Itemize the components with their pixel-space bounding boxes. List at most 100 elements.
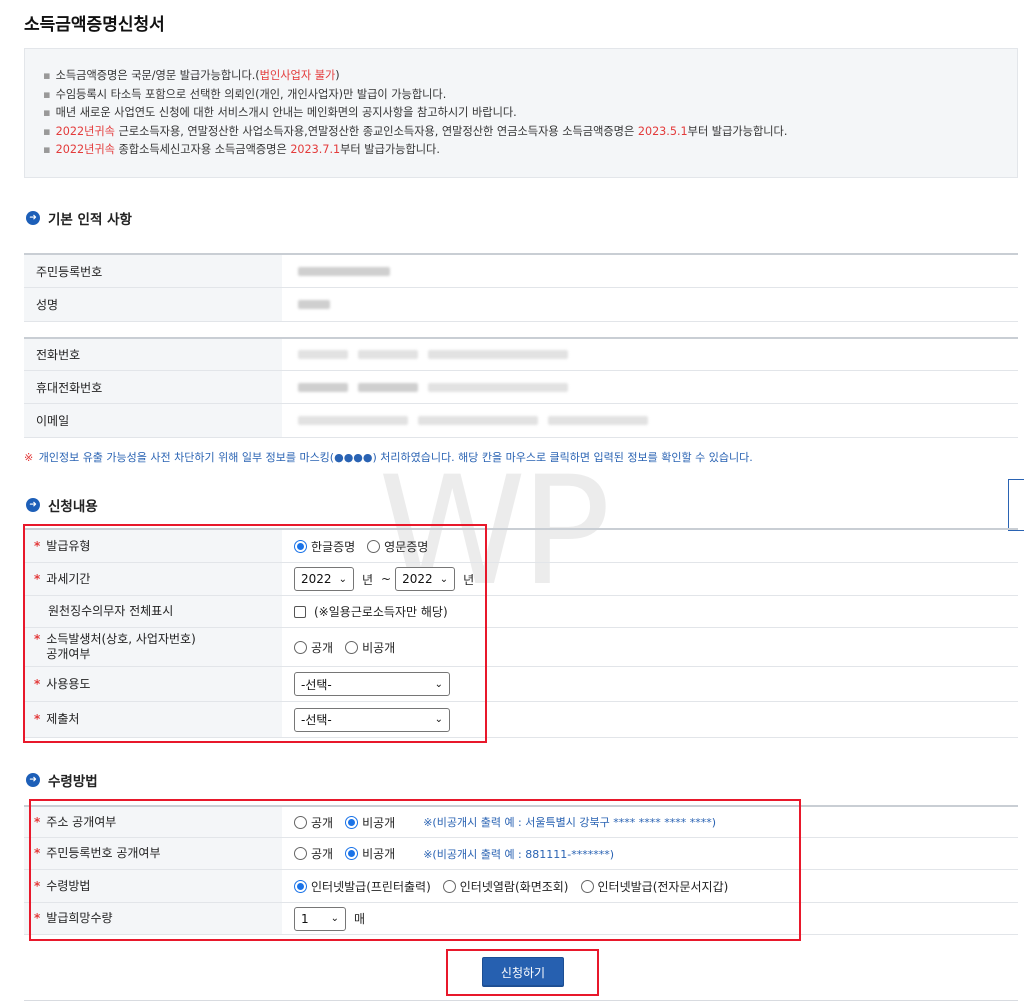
radio-english[interactable]: 영문증명 bbox=[367, 538, 428, 555]
radio-button[interactable] bbox=[345, 640, 359, 654]
masked-text bbox=[298, 382, 348, 392]
form-label: * 제출처 bbox=[24, 702, 282, 737]
form-label: 원천징수의무자 전체표시 bbox=[24, 596, 282, 627]
to-year-select[interactable]: 2022 ⌄ bbox=[395, 567, 456, 591]
radio-button[interactable] bbox=[442, 879, 456, 893]
radio-method-view[interactable]: 인터넷열람(화면조회) bbox=[442, 878, 569, 895]
required-mark: * bbox=[34, 538, 41, 553]
info-row-mobile: 휴대전화번호 bbox=[24, 371, 1018, 404]
issue-type-options: 한글증명 영문증명 bbox=[282, 530, 1018, 562]
info-label: 전화번호 bbox=[24, 339, 282, 370]
tilde: ~ bbox=[381, 572, 392, 586]
masked-value[interactable] bbox=[282, 255, 1018, 287]
radio-rrn-public[interactable]: 공개 bbox=[294, 845, 333, 862]
select-value: -선택- bbox=[301, 713, 332, 727]
address-disclosure-options: 공개 비공개 ※(비공개시 출력 예 : 서울특별시 강북구 **** ****… bbox=[282, 807, 1018, 837]
rrn-disclosure-options: 공개 비공개 ※(비공개시 출력 예 : 881111-*******) bbox=[282, 838, 1018, 869]
info-row-phone: 전화번호 bbox=[24, 337, 1018, 371]
arrow-circle-icon: ➜ bbox=[26, 498, 40, 512]
privacy-note: ※ 개인정보 유출 가능성을 사전 차단하기 위해 일부 정보를 마스킹(●●●… bbox=[24, 449, 753, 465]
masked-value[interactable] bbox=[282, 339, 1018, 370]
radio-button[interactable] bbox=[294, 847, 307, 860]
info-label: 휴대전화번호 bbox=[24, 371, 282, 403]
info-row-name: 성명 bbox=[24, 288, 1018, 322]
select-value: 1 bbox=[301, 911, 309, 926]
masked-text bbox=[418, 416, 538, 425]
radio-button[interactable] bbox=[294, 879, 307, 893]
form-label-text: 원천징수의무자 전체표시 bbox=[48, 604, 174, 618]
radio-label: 공개 bbox=[311, 815, 334, 830]
form-label-text: 주소 공개여부 bbox=[46, 814, 117, 829]
required-mark: * bbox=[34, 911, 41, 925]
radio-button[interactable] bbox=[367, 539, 381, 553]
notice-text: 매년 새로운 사업연도 신청에 대한 서비스개시 안내는 메인화면의 공지사항을… bbox=[55, 106, 517, 119]
withholding-checkbox[interactable] bbox=[294, 605, 306, 618]
required-mark: * bbox=[34, 571, 41, 586]
form-label-text: 제출처 bbox=[46, 712, 80, 726]
required-mark: * bbox=[34, 712, 41, 726]
masked-text bbox=[298, 266, 390, 276]
radio-private[interactable]: 비공개 bbox=[345, 639, 395, 656]
form-label: * 발급유형 bbox=[24, 530, 282, 562]
copies-select[interactable]: 1 ⌄ bbox=[294, 906, 346, 931]
masked-text bbox=[428, 350, 568, 359]
side-tab[interactable] bbox=[1008, 479, 1024, 531]
section-title-receipt: ➜ 수령방법 bbox=[26, 770, 98, 790]
page-title: 소득금액증명신청서 bbox=[24, 15, 165, 35]
divider bbox=[24, 1000, 1018, 1001]
form-row-usage: * 사용용도 -선택- ⌄ bbox=[24, 667, 1018, 702]
radio-button[interactable] bbox=[294, 539, 307, 553]
receipt-method-options: 인터넷발급(프린터출력) 인터넷열람(화면조회) 인터넷발급(전자문서지갑) bbox=[282, 870, 1018, 902]
masked-value[interactable] bbox=[282, 288, 1018, 321]
radio-label: 공개 bbox=[311, 640, 334, 655]
usage-select[interactable]: -선택- ⌄ bbox=[294, 672, 450, 696]
required-mark: * bbox=[34, 846, 41, 860]
notice-highlight: 2022년귀속 bbox=[55, 124, 115, 138]
select-value: -선택- bbox=[301, 677, 332, 692]
form-label-text: 주민등록번호 공개여부 bbox=[46, 846, 161, 860]
info-row-email: 이메일 bbox=[24, 404, 1018, 438]
form-label-text: 사용용도 bbox=[46, 676, 91, 691]
info-label: 이메일 bbox=[24, 404, 282, 437]
form-label: * 주민등록번호 공개여부 bbox=[24, 838, 282, 869]
notice-box: ▪ 소득금액증명은 국문/영문 발급가능합니다.(법인사업자 불가) ▪ 수임등록시… bbox=[24, 48, 1018, 178]
masked-value[interactable] bbox=[282, 371, 1018, 403]
form-row-income-source: * 소득발생처(상호, 사업자번호) 공개여부 공개 비공개 bbox=[24, 628, 1018, 667]
from-year-select[interactable]: 2022 ⌄ bbox=[294, 567, 354, 591]
section-title-application: ➜ 신청내용 bbox=[26, 495, 98, 515]
form-label: * 주소 공개여부 bbox=[24, 807, 282, 837]
radio-button[interactable] bbox=[345, 815, 359, 829]
radio-button[interactable] bbox=[345, 847, 359, 860]
radio-button[interactable] bbox=[294, 815, 307, 829]
address-example-note: ※(비공개시 출력 예 : 서울특별시 강북구 **** **** **** *… bbox=[423, 816, 716, 829]
masked-text bbox=[298, 416, 408, 425]
form-row-copies: * 발급희망수량 1 ⌄ 매 bbox=[24, 903, 1018, 935]
radio-label: 영문증명 bbox=[384, 539, 429, 554]
year-unit: 년 bbox=[362, 572, 374, 587]
radio-button[interactable] bbox=[294, 640, 307, 654]
copies-control: 1 ⌄ 매 bbox=[282, 903, 1018, 934]
notice-line: ▪ 2022년귀속 종합소득세신고자용 소득금액증명은 2023.7.1부터 발급… bbox=[43, 141, 999, 160]
radio-label: 비공개 bbox=[362, 847, 396, 861]
notice-line: ▪ 소득금액증명은 국문/영문 발급가능합니다.(법인사업자 불가) bbox=[43, 67, 999, 86]
arrow-circle-icon: ➜ bbox=[26, 211, 40, 225]
notice-highlight: 2022년귀속 bbox=[55, 143, 115, 156]
radio-rrn-private[interactable]: 비공개 bbox=[345, 845, 395, 862]
section-title-text: 신청내용 bbox=[48, 499, 98, 515]
radio-button[interactable] bbox=[580, 879, 594, 893]
radio-method-print[interactable]: 인터넷발급(프린터출력) bbox=[294, 878, 431, 895]
submit-to-select[interactable]: -선택- ⌄ bbox=[294, 707, 450, 732]
radio-address-private[interactable]: 비공개 bbox=[345, 814, 395, 831]
usage-control: -선택- ⌄ bbox=[282, 667, 1018, 701]
radio-korean[interactable]: 한글증명 bbox=[294, 538, 355, 555]
chevron-down-icon: ⌄ bbox=[434, 714, 443, 725]
privacy-note-text: 개인정보 유출 가능성을 사전 차단하기 위해 일부 정보를 마스킹(●●●●)… bbox=[35, 451, 753, 464]
year-unit: 년 bbox=[463, 572, 475, 587]
form-label: * 소득발생처(상호, 사업자번호) 공개여부 bbox=[24, 628, 282, 666]
bullet-icon: ▪ bbox=[43, 143, 51, 156]
masked-value[interactable] bbox=[282, 404, 1018, 437]
radio-method-wallet[interactable]: 인터넷발급(전자문서지갑) bbox=[580, 878, 728, 895]
apply-button[interactable]: 신청하기 bbox=[482, 957, 564, 987]
radio-address-public[interactable]: 공개 bbox=[294, 814, 333, 831]
radio-public[interactable]: 공개 bbox=[294, 639, 333, 656]
